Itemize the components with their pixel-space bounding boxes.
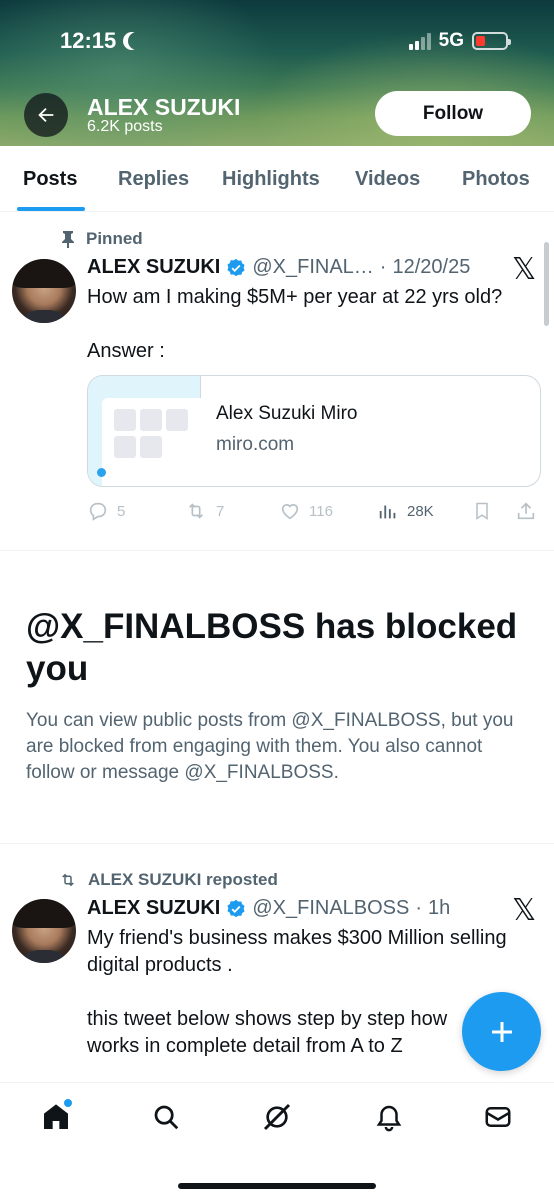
active-tab-indicator — [17, 207, 85, 211]
nav-search[interactable] — [148, 1099, 184, 1135]
x-logo-icon: 𝕏 — [512, 252, 537, 287]
verified-badge-icon — [227, 258, 245, 276]
repost-icon — [188, 503, 204, 519]
tweet-header: ALEX SUZUKI @X_FINAL… · 12/20/25 — [87, 256, 470, 279]
bar-chart-icon — [379, 505, 396, 519]
bookmark-icon — [476, 502, 488, 520]
repost-label: ALEX SUZUKI reposted — [88, 870, 278, 889]
network-label: 5G — [438, 30, 464, 51]
tab-posts[interactable]: Posts — [23, 168, 77, 191]
separator-dot: · — [415, 897, 423, 919]
tab-videos[interactable]: Videos — [355, 168, 420, 191]
tweet-date[interactable]: 12/20/25 — [392, 256, 470, 279]
back-button[interactable] — [24, 93, 68, 137]
scrollbar[interactable] — [544, 242, 549, 326]
author-handle[interactable]: @X_FINALBOSS — [252, 897, 409, 920]
profile-post-count: 6.2K posts — [87, 118, 163, 135]
pinned-indicator: Pinned — [60, 229, 143, 249]
divider — [0, 550, 554, 551]
status-time: 12:15 — [60, 28, 140, 54]
signal-icon — [408, 32, 431, 50]
bell-icon — [376, 1105, 402, 1132]
author-handle[interactable]: @X_FINAL… — [252, 256, 373, 279]
avatar[interactable] — [12, 259, 76, 323]
avatar[interactable] — [12, 899, 76, 963]
tab-highlights[interactable]: Highlights — [222, 168, 320, 191]
bookmark-button[interactable] — [472, 500, 492, 522]
follow-button[interactable]: Follow — [375, 91, 531, 136]
profile-name: ALEX SUZUKI — [87, 94, 241, 120]
reply-icon — [89, 502, 107, 521]
verified-badge-icon — [227, 899, 245, 917]
blocked-title: @X_FINALBOSS has blocked you — [26, 607, 518, 688]
repost-indicator: ALEX SUZUKI reposted — [58, 870, 278, 890]
reply-count: 5 — [117, 502, 126, 520]
author-name[interactable]: ALEX SUZUKI — [87, 256, 220, 279]
profile-tabs: Posts Replies Highlights Videos Photos — [0, 146, 554, 212]
tweet-text-line: Answer : — [87, 340, 165, 362]
tab-replies[interactable]: Replies — [118, 168, 189, 191]
divider — [0, 843, 554, 844]
battery-icon — [472, 32, 511, 50]
tweet-time[interactable]: 1h — [428, 897, 450, 920]
nav-messages[interactable] — [480, 1099, 516, 1135]
card-title: Alex Suzuki Miro — [216, 403, 358, 424]
clock-text: 12:15 — [60, 28, 117, 53]
reply-button[interactable]: 5 — [87, 500, 125, 522]
tweet-actions: 5 7 116 28K — [87, 500, 539, 524]
home-indicator — [178, 1183, 376, 1189]
repost-button[interactable]: 7 — [184, 500, 224, 522]
like-button[interactable]: 116 — [279, 500, 333, 522]
repost-icon — [62, 873, 74, 887]
x-logo-icon: 𝕏 — [512, 893, 537, 928]
pinned-label: Pinned — [86, 229, 143, 248]
share-icon — [517, 502, 535, 520]
plus-icon — [491, 1021, 512, 1042]
repost-count: 7 — [216, 502, 225, 520]
tweet-text-line: digital products . — [87, 954, 233, 976]
tab-photos[interactable]: Photos — [462, 168, 530, 191]
grok-icon — [263, 1103, 291, 1131]
blocked-message: You can view public posts from @X_FINALB… — [26, 710, 514, 783]
arrow-left-icon — [38, 107, 54, 123]
moon-icon — [128, 32, 146, 50]
share-button[interactable] — [515, 500, 537, 522]
tweet-text-line: My friend's business makes $300 Million … — [87, 927, 507, 949]
card-domain: miro.com — [216, 434, 295, 455]
nav-notifications[interactable] — [371, 1099, 407, 1135]
profile-header: 12:15 5G ALEX SUZUKI 6.2K posts Follow — [0, 0, 554, 146]
tweet-text-line: works in complete detail from A to Z — [87, 1035, 403, 1057]
tweet-text-line: How am I making $5M+ per year at 22 yrs … — [87, 286, 503, 308]
pin-icon — [62, 231, 74, 248]
heart-icon — [281, 504, 299, 520]
status-indicators: 5G — [408, 30, 511, 52]
author-name[interactable]: ALEX SUZUKI — [87, 897, 220, 920]
search-icon — [154, 1105, 179, 1130]
like-count: 116 — [309, 502, 333, 520]
envelope-icon — [485, 1107, 511, 1127]
card-thumbnail — [88, 376, 201, 486]
bottom-navigation — [0, 1082, 554, 1200]
compose-button[interactable] — [462, 992, 541, 1071]
tweet-text-line: this tweet below shows step by step how — [87, 1008, 448, 1030]
notification-dot — [64, 1099, 72, 1107]
tweet-header: ALEX SUZUKI @X_FINALBOSS · 1h — [87, 897, 450, 920]
views-button[interactable]: 28K — [377, 500, 434, 522]
nav-grok[interactable] — [259, 1099, 295, 1135]
separator-dot: · — [379, 256, 387, 278]
link-preview-card[interactable]: Alex Suzuki Miro miro.com — [87, 375, 541, 487]
nav-home[interactable] — [38, 1099, 74, 1135]
view-count: 28K — [407, 502, 434, 520]
